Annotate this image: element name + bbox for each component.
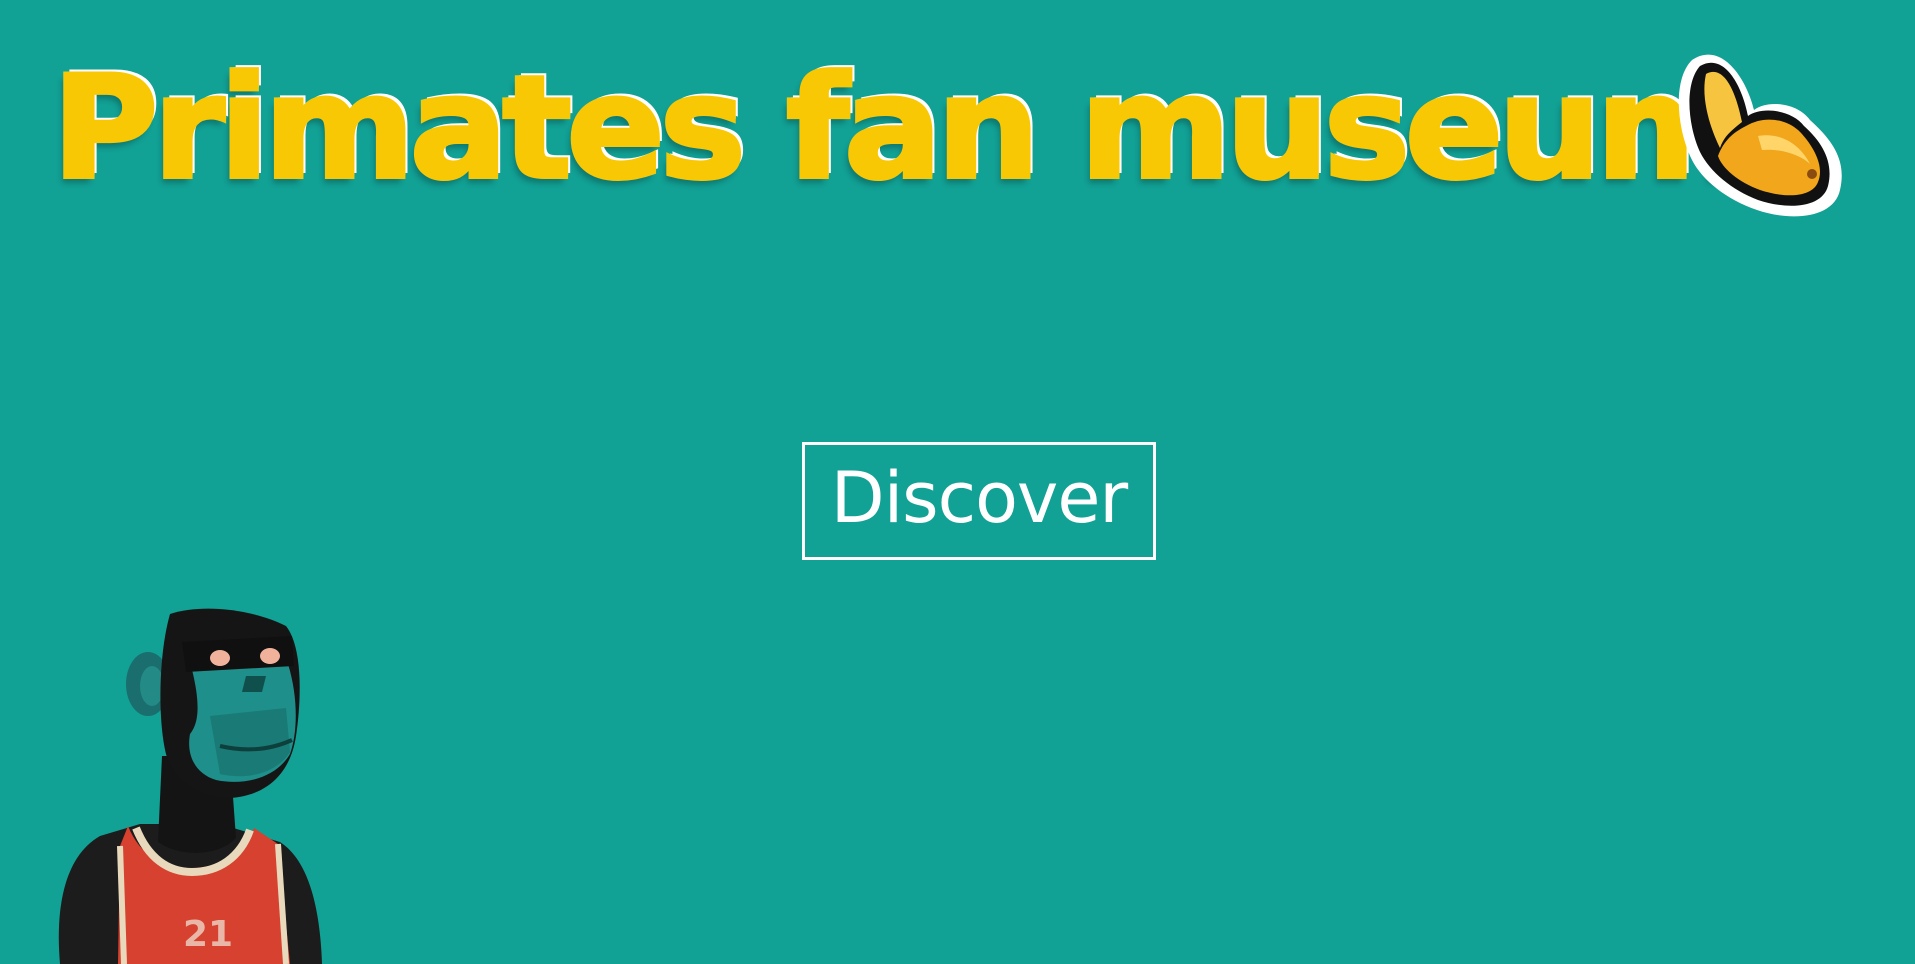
- page-title: Primates fan museum: [50, 46, 1749, 211]
- ape-illustration: 21: [58, 608, 322, 964]
- jersey-number: 21: [183, 914, 233, 955]
- banana-icon: [1678, 54, 1842, 217]
- discover-button[interactable]: Discover: [802, 442, 1156, 560]
- landing-page: Primates fan museum Discover 21: [0, 0, 1915, 964]
